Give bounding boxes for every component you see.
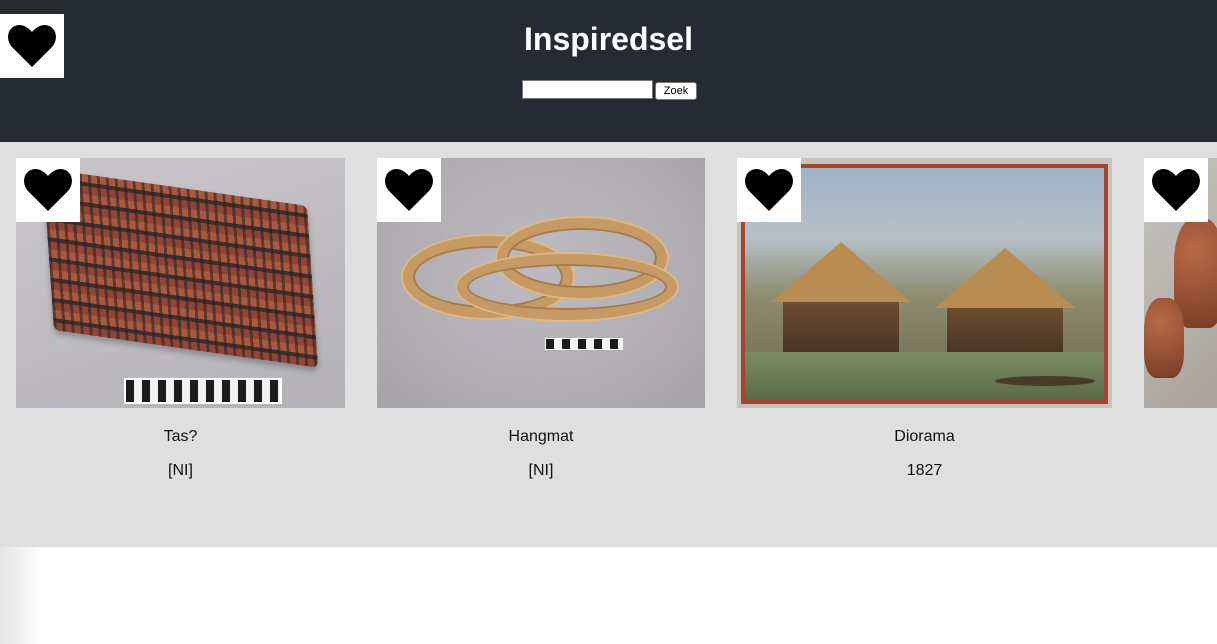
heart-icon bbox=[24, 168, 72, 211]
scale-bar bbox=[124, 378, 282, 404]
hut-roof bbox=[771, 242, 911, 302]
search-button[interactable]: Zoek bbox=[655, 82, 697, 100]
item-date: [NI] bbox=[168, 462, 193, 479]
bag-illustration bbox=[42, 168, 319, 368]
page-edge-shade bbox=[0, 547, 42, 644]
scale-bar bbox=[545, 338, 623, 350]
like-button[interactable] bbox=[1144, 158, 1208, 222]
like-button[interactable] bbox=[377, 158, 441, 222]
like-button[interactable] bbox=[737, 158, 801, 222]
gallery-card[interactable]: Tas? [NI] bbox=[16, 158, 345, 479]
page-title: Inspiredsel bbox=[524, 21, 693, 57]
gallery: Tas? [NI] Hangmat [NI] Diorama 1827 bbox=[0, 142, 1217, 547]
gallery-card[interactable] bbox=[1144, 158, 1217, 408]
item-title: Hangmat bbox=[508, 428, 574, 445]
header: Inspiredsel Zoek bbox=[0, 0, 1217, 142]
item-date: 1827 bbox=[906, 462, 943, 479]
item-image[interactable] bbox=[737, 158, 1112, 408]
heart-icon bbox=[745, 168, 793, 211]
figure-illustration bbox=[1144, 298, 1184, 378]
item-date: [NI] bbox=[528, 462, 554, 479]
item-image[interactable] bbox=[377, 158, 705, 408]
item-image[interactable] bbox=[1144, 158, 1217, 408]
item-title: Tas? bbox=[163, 428, 198, 445]
canoe bbox=[995, 376, 1095, 386]
heart-icon bbox=[385, 168, 433, 211]
item-image[interactable] bbox=[16, 158, 345, 408]
like-button[interactable] bbox=[16, 158, 80, 222]
search-input[interactable] bbox=[522, 80, 653, 99]
item-title: Diorama bbox=[894, 428, 955, 445]
hammock-illustration bbox=[457, 254, 677, 320]
hut-roof bbox=[935, 248, 1075, 308]
gallery-card[interactable]: Diorama 1827 bbox=[737, 158, 1112, 479]
heart-icon bbox=[1152, 168, 1200, 211]
search-form: Zoek bbox=[522, 80, 697, 100]
gallery-card[interactable]: Hangmat [NI] bbox=[377, 158, 705, 479]
